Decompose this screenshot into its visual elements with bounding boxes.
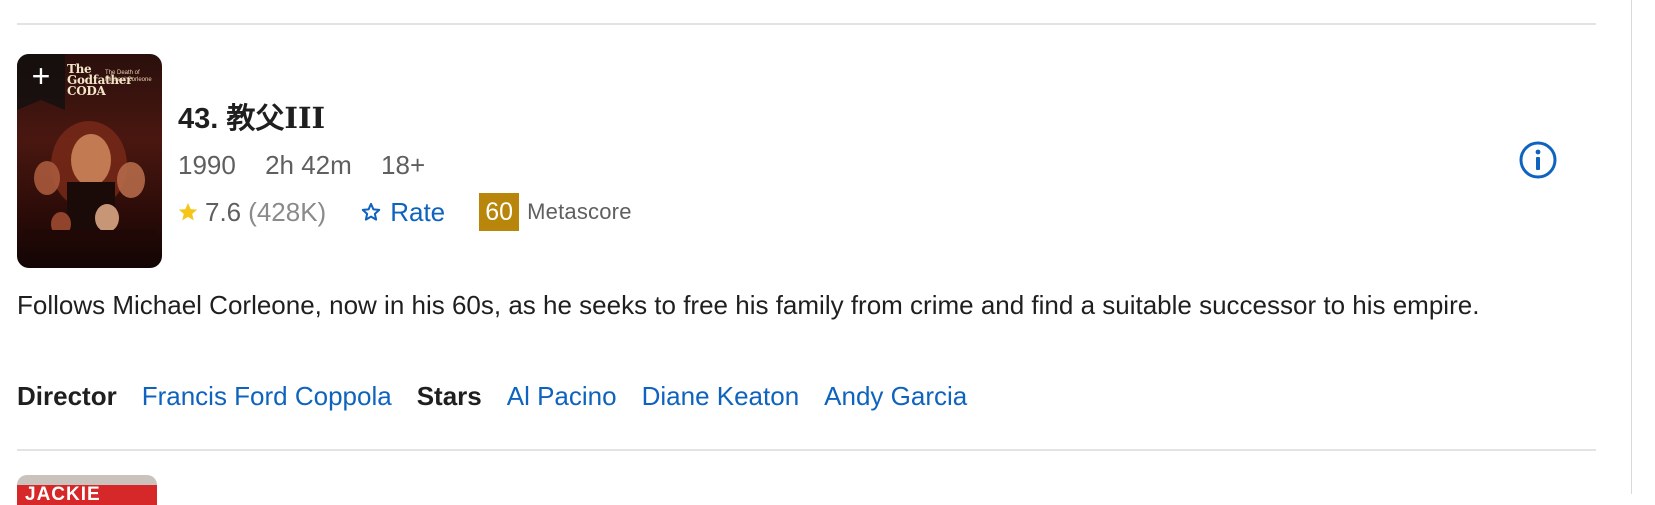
vote-count: (428K)	[248, 196, 327, 227]
movie-certificate: 18+	[381, 150, 426, 180]
info-icon[interactable]	[1518, 140, 1558, 180]
movie-runtime: 2h 42m	[265, 150, 352, 180]
director-label: Director	[17, 381, 117, 411]
list-divider-bottom	[17, 449, 1596, 451]
rate-button[interactable]: Rate	[360, 197, 445, 228]
metascore-label: Metascore	[527, 199, 632, 224]
movie-metadata: 1990 2h 42m 18+	[178, 150, 447, 181]
list-divider-top	[17, 23, 1596, 25]
movie-poster[interactable]: + The Godfather CODA The Death of Michae…	[17, 54, 162, 268]
rate-label: Rate	[390, 196, 446, 227]
star-link[interactable]: Al Pacino	[507, 381, 617, 412]
poster-title-text: The Godfather CODA	[67, 62, 133, 98]
star-icon	[178, 203, 198, 221]
credits-row: Director Francis Ford Coppola Stars Al P…	[17, 381, 992, 412]
poster-artwork	[23, 121, 156, 240]
plot-summary: Follows Michael Corleone, now in his 60s…	[17, 290, 1480, 320]
plus-icon[interactable]: +	[17, 60, 65, 92]
next-poster-text: JACKIE	[25, 484, 101, 505]
movie-year: 1990	[178, 150, 236, 180]
movie-name[interactable]: 教父III	[226, 101, 325, 135]
star-link[interactable]: Andy Garcia	[824, 381, 967, 412]
metascore-badge: 60	[479, 193, 520, 231]
page-right-border	[1631, 0, 1632, 494]
poster-subtitle-text: The Death of Michael Corleone	[105, 70, 152, 83]
rating-row: 7.6 (428K) Rate 60 Metascore	[177, 193, 632, 231]
movie-title[interactable]: 43. 教父III	[178, 95, 325, 137]
star-link[interactable]: Diane Keaton	[642, 381, 800, 412]
movie-rank: 43.	[178, 103, 219, 135]
star-outline-icon	[361, 202, 381, 221]
imdb-rating: 7.6	[205, 196, 242, 227]
director-link[interactable]: Francis Ford Coppola	[142, 381, 392, 412]
next-movie-poster[interactable]: JACKIE	[17, 475, 157, 505]
stars-label: Stars	[416, 381, 482, 411]
